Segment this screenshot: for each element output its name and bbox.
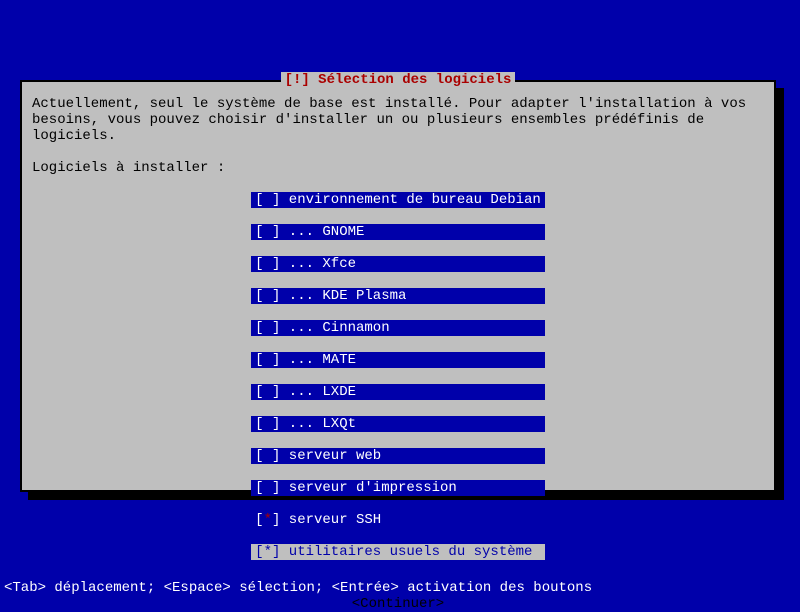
checkbox-mark <box>264 256 272 272</box>
checkbox-mark <box>264 320 272 336</box>
software-item[interactable]: [*] utilitaires usuels du système <box>251 544 545 560</box>
checkbox-mark <box>264 480 272 496</box>
dialog-title-wrap: [!] Sélection des logiciels <box>32 72 764 88</box>
software-item[interactable]: [ ] serveur web <box>251 448 545 464</box>
checkbox-mark <box>264 448 272 464</box>
software-item[interactable]: [ ] ... Cinnamon <box>251 320 545 336</box>
software-item[interactable]: [ ] ... Xfce <box>251 256 545 272</box>
software-item[interactable]: [ ] environnement de bureau Debian <box>251 192 545 208</box>
dialog-prompt: Logiciels à installer : <box>32 160 764 176</box>
software-item[interactable]: [ ] ... LXDE <box>251 384 545 400</box>
software-item[interactable]: [ ] ... LXQt <box>251 416 545 432</box>
software-selection-dialog: [!] Sélection des logiciels Actuellement… <box>20 80 776 492</box>
software-item[interactable]: [ ] ... MATE <box>251 352 545 368</box>
checkbox-mark <box>264 352 272 368</box>
software-item[interactable]: [ ] ... KDE Plasma <box>251 288 545 304</box>
checkbox-mark <box>264 224 272 240</box>
checkbox-mark <box>264 416 272 432</box>
dialog-title: [!] Sélection des logiciels <box>281 72 516 88</box>
software-item[interactable]: [ ] ... GNOME <box>251 224 545 240</box>
software-list: [ ] environnement de bureau Debian [ ] ..… <box>32 192 764 576</box>
checkbox-mark: * <box>264 512 272 528</box>
footer-hints: <Tab> déplacement; <Espace> sélection; <… <box>4 580 592 596</box>
dialog-description: Actuellement, seul le système de base es… <box>32 96 764 144</box>
checkbox-mark <box>264 288 272 304</box>
checkbox-mark <box>264 384 272 400</box>
continue-button[interactable]: <Continuer> <box>352 596 444 612</box>
continue-wrap: <Continuer> <box>32 596 764 612</box>
checkbox-mark <box>264 192 272 208</box>
software-item[interactable]: [*] serveur SSH <box>251 512 545 528</box>
checkbox-mark: * <box>264 544 272 560</box>
software-item[interactable]: [ ] serveur d'impression <box>251 480 545 496</box>
